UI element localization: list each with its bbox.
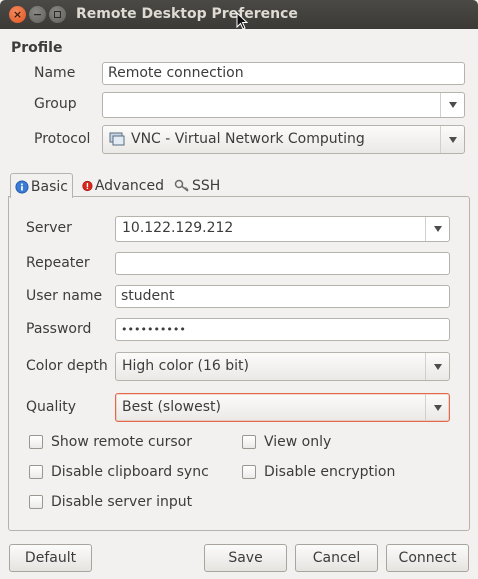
- disable-clipboard-sync-checkbox[interactable]: Disable clipboard sync: [29, 464, 209, 480]
- colordepth-label: Color depth: [26, 358, 108, 374]
- quality-dropdown-button[interactable]: [425, 394, 449, 421]
- vnc-monitor-icon: [109, 132, 125, 146]
- key-icon: [174, 179, 189, 192]
- username-label: User name: [26, 288, 103, 304]
- username-input-value: student: [121, 288, 175, 304]
- show-remote-cursor-checkbox[interactable]: Show remote cursor: [29, 434, 192, 450]
- chevron-down-icon: [433, 363, 442, 370]
- checkbox-unchecked-icon: [242, 465, 256, 479]
- checkbox-unchecked-icon: [29, 465, 43, 479]
- connect-button[interactable]: Connect: [386, 544, 469, 572]
- checkbox-unchecked-icon: [29, 495, 43, 509]
- name-input-value: Remote connection: [108, 65, 244, 81]
- tab-basic-label: Basic: [30, 179, 68, 195]
- tab-advanced[interactable]: Advanced: [78, 173, 168, 197]
- repeater-label: Repeater: [26, 255, 90, 271]
- colordepth-select-value: High color (16 bit): [122, 358, 250, 374]
- view-only-label: View only: [264, 434, 332, 450]
- group-combo[interactable]: [102, 92, 465, 118]
- quality-label: Quality: [26, 399, 77, 415]
- protocol-select-value: VNC - Virtual Network Computing: [131, 131, 365, 147]
- name-input[interactable]: Remote connection: [102, 62, 465, 85]
- quality-select-value: Best (slowest): [122, 399, 221, 415]
- checkbox-unchecked-icon: [242, 435, 256, 449]
- name-label: Name: [34, 65, 76, 81]
- chevron-down-icon: [448, 136, 457, 143]
- server-combo-value: 10.122.129.212: [122, 220, 234, 236]
- colordepth-select[interactable]: High color (16 bit): [115, 352, 450, 381]
- quality-select[interactable]: Best (slowest): [115, 393, 450, 422]
- protocol-dropdown-button[interactable]: [440, 126, 464, 153]
- maximize-button[interactable]: [49, 6, 66, 23]
- maximize-icon: [54, 11, 61, 18]
- disable-clipboard-sync-label: Disable clipboard sync: [51, 464, 209, 480]
- chevron-down-icon: [448, 102, 457, 108]
- close-icon: ×: [12, 8, 23, 21]
- username-input[interactable]: student: [115, 285, 450, 308]
- minimize-button[interactable]: −: [29, 6, 46, 23]
- close-button[interactable]: ×: [9, 6, 26, 23]
- cancel-button[interactable]: Cancel: [295, 544, 378, 572]
- protocol-label: Protocol: [34, 131, 91, 147]
- password-input-value: ••••••••••: [121, 323, 186, 336]
- server-dropdown-button[interactable]: [425, 217, 449, 241]
- default-button[interactable]: Default: [9, 544, 92, 572]
- minimize-icon: −: [32, 8, 43, 21]
- window-title: Remote Desktop Preference: [76, 6, 298, 22]
- dialog-window: × − Remote Desktop Preference Profile Na…: [0, 0, 478, 579]
- view-only-checkbox[interactable]: View only: [242, 434, 331, 450]
- save-button[interactable]: Save: [204, 544, 287, 572]
- password-label: Password: [26, 321, 92, 337]
- disable-encryption-label: Disable encryption: [264, 464, 396, 480]
- disable-server-input-label: Disable server input: [51, 494, 193, 510]
- tab-basic[interactable]: Basic: [10, 173, 73, 198]
- server-label: Server: [26, 220, 72, 236]
- profile-section-title: Profile: [11, 40, 63, 56]
- group-label: Group: [34, 96, 77, 112]
- checkbox-unchecked-icon: [29, 435, 43, 449]
- warning-icon: [82, 180, 93, 192]
- tab-ssh-label: SSH: [192, 178, 221, 194]
- show-remote-cursor-label: Show remote cursor: [51, 434, 192, 450]
- info-icon: [15, 180, 29, 194]
- protocol-select[interactable]: VNC - Virtual Network Computing: [102, 125, 465, 154]
- tab-advanced-label: Advanced: [94, 178, 164, 194]
- password-input[interactable]: ••••••••••: [115, 318, 450, 341]
- repeater-input[interactable]: [115, 252, 450, 275]
- group-dropdown-button[interactable]: [440, 93, 464, 117]
- tab-ssh[interactable]: SSH: [170, 173, 226, 197]
- disable-server-input-checkbox[interactable]: Disable server input: [29, 494, 192, 510]
- chevron-down-icon: [433, 226, 442, 232]
- chevron-down-icon: [433, 404, 442, 411]
- mouse-pointer-icon: [236, 12, 248, 30]
- title-bar[interactable]: × − Remote Desktop Preference: [0, 0, 478, 30]
- disable-encryption-checkbox[interactable]: Disable encryption: [242, 464, 395, 480]
- colordepth-dropdown-button[interactable]: [425, 353, 449, 380]
- server-combo[interactable]: 10.122.129.212: [115, 216, 450, 242]
